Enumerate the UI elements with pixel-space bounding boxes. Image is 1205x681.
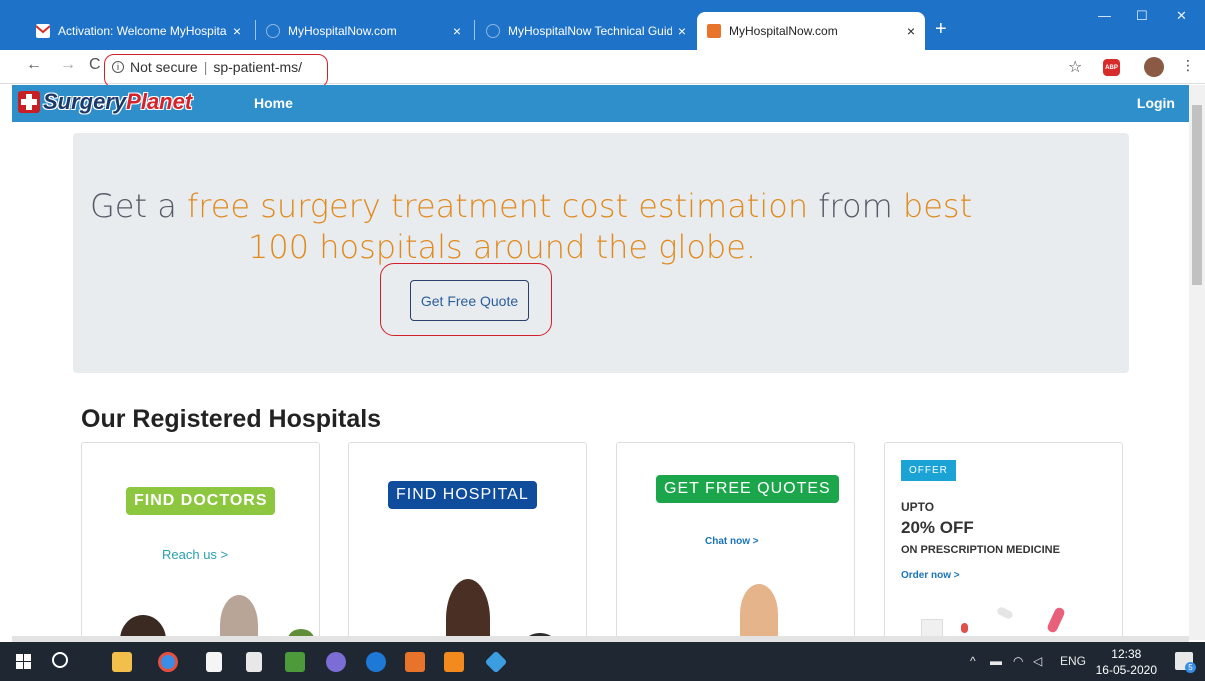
avatar[interactable] (1144, 57, 1164, 77)
bookmark-star-icon[interactable]: ☆ (1068, 57, 1082, 77)
tab-myhospitalnow-1[interactable]: MyHospitalNow.com × (256, 12, 471, 50)
pill-illustration (961, 623, 968, 633)
hero-headline-line2: 100 hospitals around the globe. (248, 228, 757, 266)
image-editor-icon[interactable] (285, 652, 305, 672)
browser-tabstrip: Activation: Welcome MyHospital × MyHospi… (0, 0, 1205, 50)
paint-icon[interactable] (326, 652, 346, 672)
tray-chevron-icon[interactable]: ^ (970, 654, 976, 668)
git-icon[interactable] (484, 650, 508, 674)
annotation-circle (104, 54, 328, 88)
gmail-icon (35, 24, 51, 38)
language-indicator[interactable]: ENG (1060, 654, 1086, 668)
windows-start-icon[interactable] (16, 654, 31, 669)
tab-close-button[interactable]: × (233, 23, 241, 39)
page-viewport: Surgery Planet Home Login Get a free sur… (12, 85, 1189, 640)
clock-time: 12:38 (1111, 647, 1142, 661)
get-free-quotes-pill: GET FREE QUOTES (656, 475, 839, 503)
loading-icon (486, 24, 500, 38)
card-offer[interactable]: OFFER UPTO 20% OFF ON PRESCRIPTION MEDIC… (884, 442, 1123, 640)
medical-cross-icon (18, 91, 40, 113)
offer-badge: OFFER (901, 460, 956, 481)
brand-part2: Planet (126, 89, 193, 114)
site-navbar: Surgery Planet Home Login (12, 85, 1189, 122)
notepad-icon[interactable] (246, 652, 262, 672)
reload-icon[interactable]: C (89, 56, 101, 74)
brand-part1: Surgery (43, 89, 127, 114)
sublime-text-icon[interactable] (444, 652, 464, 672)
scrollbar-thumb[interactable] (1192, 105, 1202, 285)
chat-now-link[interactable]: Chat now > (705, 536, 759, 547)
minimize-button[interactable]: — (1098, 8, 1111, 23)
nav-login-link[interactable]: Login (1137, 95, 1175, 111)
volume-icon[interactable]: ◁ (1033, 654, 1042, 668)
adblock-icon[interactable]: ABP (1103, 59, 1120, 76)
chrome-icon[interactable] (158, 652, 178, 672)
forward-arrow-icon[interactable]: → (60, 56, 76, 74)
system-clock[interactable]: 12:38 16-05-2020 (1096, 646, 1157, 678)
tab-title: MyHospitalNow Technical Guide (508, 24, 672, 38)
menu-dots-icon[interactable]: ⋮ (1181, 57, 1195, 74)
pill-illustration (996, 605, 1014, 621)
hero-jumbotron: Get a free surgery treatment cost estima… (73, 133, 1129, 373)
tab-technical-guide[interactable]: MyHospitalNow Technical Guide × (476, 12, 696, 50)
capsule-illustration (1045, 606, 1067, 634)
offer-description: ON PRESCRIPTION MEDICINE (901, 544, 1060, 556)
vertical-scrollbar[interactable] (1189, 85, 1205, 640)
reach-us-link[interactable]: Reach us > (162, 547, 228, 562)
battery-icon[interactable]: ▬ (990, 654, 1002, 668)
back-arrow-icon[interactable]: ← (26, 56, 42, 74)
doctor-illustration (446, 579, 490, 640)
brand-logo[interactable]: Surgery Planet (18, 89, 192, 115)
notification-count-badge: 5 (1185, 662, 1196, 673)
card-get-free-quotes[interactable]: GET FREE QUOTES Chat now > (616, 442, 855, 640)
woman-illustration (740, 584, 778, 640)
tab-myhospitalnow-active[interactable]: MyHospitalNow.com × (697, 12, 925, 50)
notification-icon[interactable]: 5 (1175, 652, 1196, 673)
find-hospital-pill: FIND HOSPITAL (388, 481, 537, 509)
section-heading: Our Registered Hospitals (81, 405, 382, 433)
windows-taskbar: ^ ▬ ◠ ◁ ENG 12:38 16-05-2020 5 (0, 642, 1205, 681)
new-tab-button[interactable]: + (935, 18, 947, 41)
patient-illustration (220, 595, 258, 640)
clock-date: 16-05-2020 (1095, 663, 1157, 677)
tab-close-button[interactable]: × (678, 23, 686, 39)
tab-title: Activation: Welcome MyHospital (58, 24, 227, 38)
search-icon[interactable] (52, 652, 68, 668)
xampp-icon (707, 24, 721, 38)
annotation-circle (380, 263, 552, 336)
nav-home-link[interactable]: Home (254, 95, 293, 111)
find-doctors-pill: FIND DOCTORS (126, 487, 276, 515)
maps-icon[interactable] (366, 652, 386, 672)
offer-upto: UPTO (901, 500, 935, 514)
wifi-icon[interactable]: ◠ (1013, 654, 1023, 668)
maximize-button[interactable]: ☐ (1136, 8, 1148, 24)
tab-title: MyHospitalNow.com (288, 24, 397, 38)
offer-discount: 20% OFF (901, 518, 974, 537)
tab-close-button[interactable]: × (453, 23, 461, 39)
tab-title: MyHospitalNow.com (729, 24, 838, 38)
hero-headline-line1: Get a free surgery treatment cost estima… (90, 187, 973, 225)
document-icon[interactable] (206, 652, 222, 672)
close-window-button[interactable]: ✕ (1176, 8, 1187, 24)
tab-activation[interactable]: Activation: Welcome MyHospital × (26, 12, 251, 50)
loading-icon (266, 24, 280, 38)
xampp-icon[interactable] (405, 652, 425, 672)
file-explorer-icon[interactable] (112, 652, 132, 672)
card-find-hospital[interactable]: FIND HOSPITAL (348, 442, 587, 640)
browser-toolbar: ← → C i Not secure | sp-patient-ms/ ☆ AB… (0, 50, 1205, 88)
tab-separator (474, 20, 475, 40)
tab-close-button[interactable]: × (907, 23, 915, 39)
card-find-doctors[interactable]: FIND DOCTORS Reach us > (81, 442, 320, 640)
order-now-link[interactable]: Order now > (901, 570, 960, 581)
